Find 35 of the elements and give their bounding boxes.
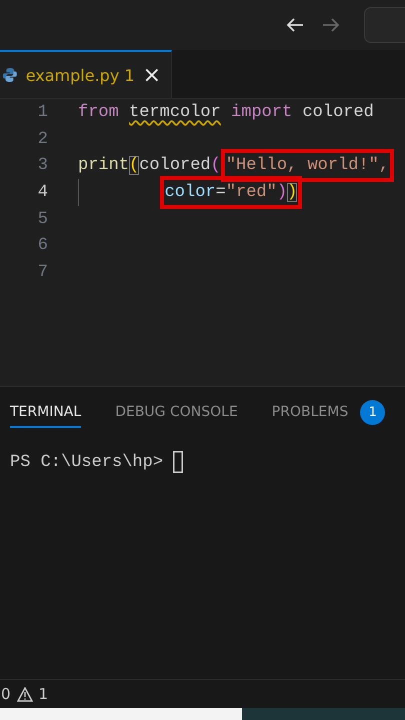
bracket: ) — [287, 182, 298, 202]
panel-tab[interactable]: DEBUG CONSOLE — [115, 398, 238, 428]
editor-tab[interactable]: example.py 1 × — [0, 50, 172, 98]
bracket: ) — [276, 182, 288, 202]
line-number: 5 — [36, 210, 48, 229]
code-token: print — [78, 156, 130, 176]
bracket: ( — [129, 156, 140, 176]
code-token: colored — [139, 156, 211, 176]
code-token: "red" — [226, 182, 277, 202]
line-number: 3 — [36, 156, 48, 176]
code-token: from — [78, 102, 120, 122]
terminal-prompt: PS C:\Users\hp> — [10, 452, 164, 472]
count-badge: 1 — [360, 400, 386, 424]
warning-count[interactable]: 1 — [38, 685, 48, 703]
line-number: 4 — [36, 182, 48, 202]
close-button[interactable]: × — [142, 62, 161, 88]
search-field[interactable] — [364, 7, 405, 43]
panel-tab[interactable]: PROBLEMS 1 — [272, 394, 386, 432]
python-file-icon — [2, 66, 18, 84]
error-count[interactable]: 0 — [1, 685, 11, 703]
cursor-icon — [173, 451, 184, 473]
line-number: 1 — [36, 102, 48, 122]
bracket: ( — [210, 156, 221, 176]
code-token: = — [216, 182, 226, 202]
code-token: color — [164, 182, 216, 202]
panel-tab[interactable]: TERMINAL — [10, 398, 82, 428]
line-number: 6 — [36, 236, 48, 256]
warning-icon[interactable] — [16, 686, 33, 702]
code-token: colored — [301, 102, 374, 122]
code-token: import — [230, 102, 292, 122]
tab-title: example.py 1 — [26, 66, 135, 84]
code-token: termcolor — [129, 102, 221, 122]
line-number: 7 — [36, 262, 48, 282]
code-token: "Hello, world!", — [226, 156, 390, 176]
line-number: 2 — [36, 130, 48, 149]
